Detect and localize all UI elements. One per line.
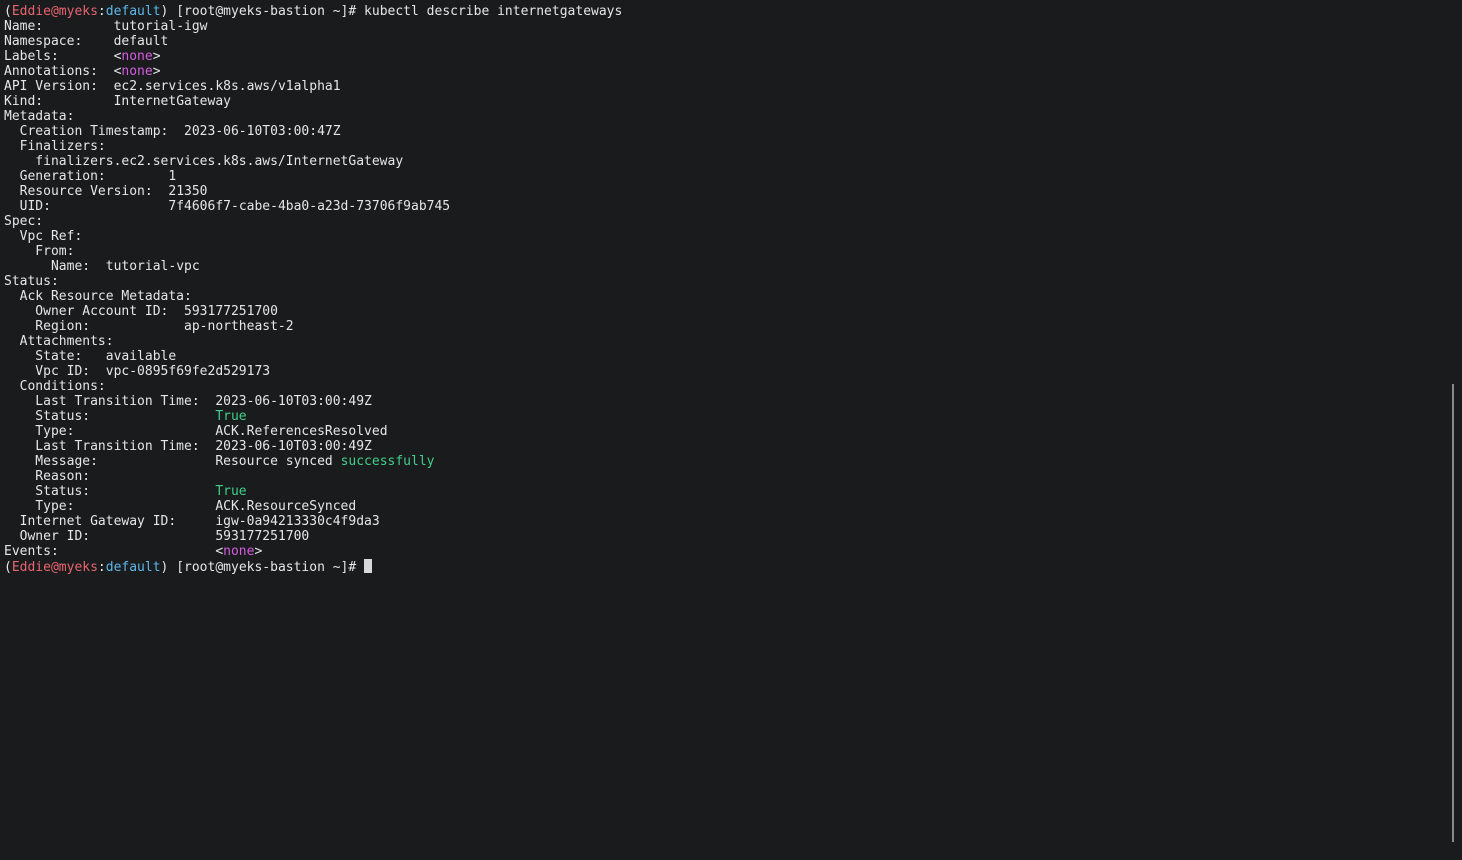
output-attach-vpc-id: Vpc ID: vpc-0895f69fe2d529173: [4, 364, 271, 379]
output-c2-status: Status: True: [4, 484, 247, 499]
output-owner-account-id: Owner Account ID: 593177251700: [4, 304, 278, 319]
output-creation-timestamp: Creation Timestamp: 2023-06-10T03:00:47Z: [4, 124, 341, 139]
output-c2-message: Message: Resource synced successfully: [4, 454, 435, 469]
output-from: From:: [4, 244, 75, 259]
output-c2-time: Last Transition Time: 2023-06-10T03:00:4…: [4, 439, 372, 454]
output-owner-id: Owner ID: 593177251700: [4, 529, 310, 544]
output-vpc-ref: Vpc Ref:: [4, 229, 83, 244]
prompt-rest: ) [root@myeks-bastion ~]#: [160, 4, 365, 19]
output-attach-state: State: available: [4, 349, 177, 364]
output-spec: Spec:: [4, 214, 44, 229]
prompt-open-paren: (: [4, 4, 12, 19]
text-cursor: [364, 559, 373, 573]
command-text: kubectl describe internetgateways: [364, 4, 623, 19]
output-igw-id: Internet Gateway ID: igw-0a94213330c4f9d…: [4, 514, 380, 529]
output-uid: UID: 7f4606f7-cabe-4ba0-a23d-73706f9ab74…: [4, 199, 451, 214]
output-resource-version: Resource Version: 21350: [4, 184, 208, 199]
output-api-version: API Version: ec2.services.k8s.aws/v1alph…: [4, 79, 341, 94]
output-from-name: Name: tutorial-vpc: [4, 259, 200, 274]
output-namespace: Namespace: default: [4, 34, 169, 49]
command-line: (Eddie@myeks:default) [root@myeks-bastio…: [4, 4, 1462, 19]
output-c1-type: Type: ACK.ReferencesResolved: [4, 424, 388, 439]
prompt-separator: :: [97, 4, 106, 19]
output-generation: Generation: 1: [4, 169, 177, 184]
output-annotations: Annotations: <none>: [4, 64, 161, 79]
output-c2-reason: Reason:: [4, 469, 91, 484]
output-c1-status: Status: True: [4, 409, 247, 424]
prompt-user: Eddie@myeks: [11, 560, 98, 575]
output-name: Name: tutorial-igw: [4, 19, 208, 34]
prompt-separator: :: [97, 560, 106, 575]
prompt-context: default: [105, 560, 161, 575]
output-conditions: Conditions:: [4, 379, 106, 394]
output-events: Events: <none>: [4, 544, 263, 559]
output-metadata: Metadata:: [4, 109, 75, 124]
output-status: Status:: [4, 274, 59, 289]
output-attachments: Attachments:: [4, 334, 114, 349]
output-c1-time: Last Transition Time: 2023-06-10T03:00:4…: [4, 394, 372, 409]
output-kind: Kind: InternetGateway: [4, 94, 231, 109]
prompt-rest: ) [root@myeks-bastion ~]#: [160, 560, 365, 575]
output-ack-metadata: Ack Resource Metadata:: [4, 289, 192, 304]
terminal-window[interactable]: (Eddie@myeks:default) [root@myeks-bastio…: [0, 0, 1462, 860]
output-c2-type: Type: ACK.ResourceSynced: [4, 499, 357, 514]
input-line[interactable]: (Eddie@myeks:default) [root@myeks-bastio…: [4, 559, 1462, 575]
output-region: Region: ap-northeast-2: [4, 319, 294, 334]
prompt-open-paren: (: [4, 560, 12, 575]
output-finalizer-value: finalizers.ec2.services.k8s.aws/Internet…: [4, 154, 404, 169]
prompt-user: Eddie@myeks: [11, 4, 98, 19]
scrollbar-thumb[interactable]: [1452, 384, 1454, 842]
output-labels: Labels: <none>: [4, 49, 161, 64]
output-finalizers: Finalizers:: [4, 139, 106, 154]
prompt-context: default: [105, 4, 161, 19]
